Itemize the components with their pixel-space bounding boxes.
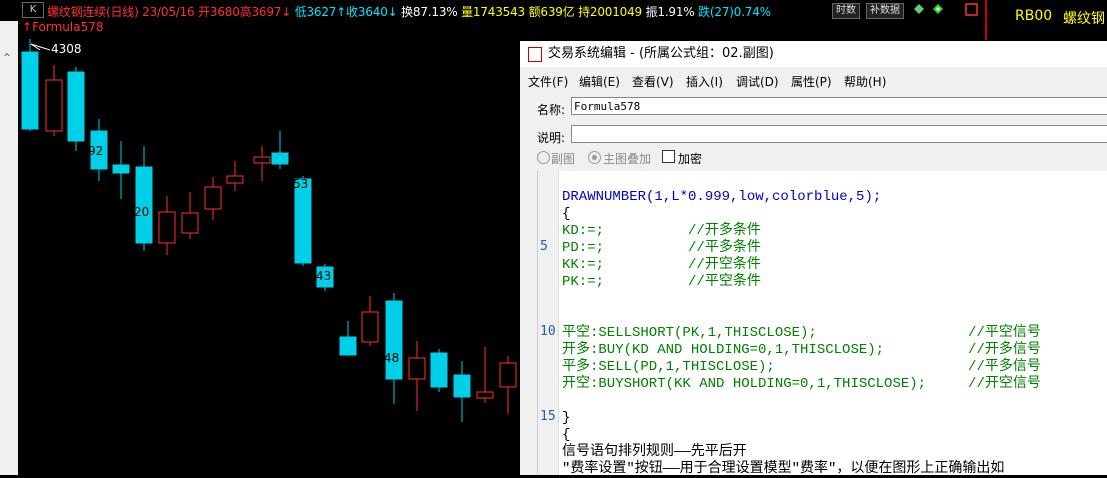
- name-row: 名称:: [520, 97, 1107, 117]
- left-toolbar-strip: ⌃: [0, 21, 19, 475]
- document-icon: [528, 47, 542, 62]
- kline-mode-button[interactable]: K: [22, 2, 44, 18]
- name-label: 名称:: [537, 103, 566, 117]
- candle-body: [253, 156, 271, 164]
- candles-svg: 4308 92 20 53 43 48: [21, 39, 517, 422]
- amplitude: 振1.91%: [645, 5, 695, 19]
- candle-body: [226, 175, 244, 184]
- candle-body: [430, 352, 448, 388]
- radio-main-overlay[interactable]: [588, 151, 601, 164]
- square-red-icon[interactable]: [965, 3, 978, 16]
- code-line: 开多:BUY(KD AND HOLDING=0,1,THISCLOSE); //…: [562, 342, 1041, 358]
- code-line: "费率设置"按钮——用于合理设置模型"费率"，以便在图形上正确输出如: [562, 461, 1005, 477]
- code-line: 信号语句排列规则——先平后开: [562, 444, 747, 460]
- desc-label: 说明:: [537, 131, 566, 145]
- high-price: 高3697↓: [239, 5, 292, 19]
- candle-body: [361, 311, 379, 343]
- line-number-gutter: 5 10 15: [538, 171, 559, 475]
- menu-debug[interactable]: 调试(D): [736, 73, 779, 90]
- symbol-name: 螺纹钢: [1063, 11, 1105, 27]
- candle-body: [339, 336, 357, 356]
- close-price: 收3640↓: [346, 5, 398, 19]
- description-input[interactable]: [571, 125, 1107, 143]
- candle-body: [499, 362, 517, 388]
- candle-body: [385, 300, 403, 380]
- code-line: 开空:BUYSHORT(KK AND HOLDING=0,1,THISCLOSE…: [562, 376, 1041, 392]
- change: 跌(27)0.74%: [698, 5, 771, 19]
- line-number: 15: [540, 409, 556, 424]
- toolbar-icons: [914, 3, 978, 16]
- turnover-rate: 换87.13%: [401, 5, 458, 19]
- candle-body: [158, 211, 176, 244]
- menu-view[interactable]: 查看(V): [632, 73, 674, 90]
- diamond-green-icon[interactable]: [933, 4, 943, 14]
- number-label-2: 20: [134, 205, 149, 219]
- candle-body: [21, 51, 39, 130]
- candle-body: [112, 164, 130, 174]
- symbol-panel: RB00 螺纹钢: [985, 0, 1107, 40]
- diamond-icon[interactable]: [914, 4, 924, 14]
- volume: 量1743543: [461, 5, 525, 19]
- number-label-4: 43: [316, 269, 331, 283]
- formula-editor-window: 交易系统编辑 - (所属公式组：02.副图) 文件(F) 编辑(E) 查看(V)…: [520, 41, 1107, 477]
- candle-body: [271, 152, 289, 165]
- code-line: 平多:SELL(PD,1,THISCLOSE); //平多信号: [562, 359, 1041, 375]
- period-button[interactable]: 时数: [832, 3, 860, 19]
- candle-body: [408, 357, 426, 380]
- number-label-5: 48: [384, 351, 399, 365]
- quote-info: 螺纹钢连续(日线) 23/05/16 开3680高3697↓ 低3627↑收36…: [47, 3, 771, 20]
- symbol-date: 螺纹钢连续(日线) 23/05/16: [47, 5, 195, 19]
- editor-menubar: 文件(F) 编辑(E) 查看(V) 插入(I) 调试(D) 属性(P) 帮助(H…: [520, 69, 1107, 91]
- candle-body: [204, 186, 222, 210]
- radio-main-overlay-label: 主图叠加: [603, 152, 652, 166]
- candle-body: [453, 374, 471, 398]
- radio-sub-chart[interactable]: [537, 151, 550, 164]
- max-pointer-line: [30, 43, 51, 51]
- menu-file[interactable]: 文件(F): [528, 73, 568, 90]
- code-line: {: [562, 427, 571, 443]
- amount: 额639亿: [528, 5, 575, 19]
- line-number: 5: [540, 239, 548, 254]
- supplement-data-button[interactable]: 补数据: [866, 3, 904, 19]
- menu-insert[interactable]: 插入(I): [686, 73, 723, 90]
- open-price: 开3680: [198, 5, 240, 19]
- code-line: }: [562, 410, 571, 426]
- kline-chart[interactable]: ↑Formula578 4308 92 20 53 43 48 ‹: [18, 20, 534, 475]
- code-line: PK:=; //平空条件: [562, 274, 761, 290]
- symbol-code: RB00: [1015, 8, 1053, 24]
- encrypt-checkbox[interactable]: [662, 150, 675, 163]
- menu-edit[interactable]: 编辑(E): [579, 73, 620, 90]
- candle-body: [45, 79, 63, 132]
- candle-body: [181, 212, 199, 234]
- encrypt-label: 加密: [678, 152, 703, 166]
- code-line: {: [562, 206, 571, 222]
- low-price: 低3627↑: [294, 5, 347, 19]
- chevron-up-icon[interactable]: ⌃: [2, 51, 12, 65]
- code-line: 平空:SELLSHORT(PK,1,THISCLOSE); //平空信号: [562, 325, 1041, 341]
- menu-help[interactable]: 帮助(H): [844, 73, 886, 90]
- code-line: DRAWNUMBER(1,L*0.999,low,colorblue,5);: [562, 189, 882, 205]
- radio-sub-chart-label: 副图: [551, 152, 576, 166]
- options-row: 副图 主图叠加 加密: [520, 149, 1107, 169]
- menu-properties[interactable]: 属性(P): [791, 73, 832, 90]
- candle-body: [67, 71, 85, 142]
- code-line: KK:=; //开空条件: [562, 257, 761, 273]
- number-label-3: 53: [293, 177, 308, 191]
- editor-titlebar: 交易系统编辑 - (所属公式组：02.副图): [520, 41, 1107, 67]
- code-editor[interactable]: 5 10 15 DRAWNUMBER(1,L*0.999,low,colorbl…: [537, 171, 1107, 477]
- number-label-1: 92: [88, 144, 103, 158]
- candle-body: [294, 178, 312, 264]
- max-price-label: 4308: [51, 42, 82, 56]
- code-line: PD:=; //平多条件: [562, 240, 761, 256]
- editor-title: 交易系统编辑 - (所属公式组：02.副图): [548, 46, 774, 61]
- desc-row: 说明:: [520, 125, 1107, 145]
- name-input[interactable]: [571, 97, 1107, 115]
- quote-bar: K 螺纹钢连续(日线) 23/05/16 开3680高3697↓ 低3627↑收…: [0, 0, 985, 21]
- candle-body: [476, 391, 494, 399]
- line-number: 10: [540, 324, 556, 339]
- open-interest: 持2001049: [578, 5, 642, 19]
- code-line: KD:=; //开多条件: [562, 223, 761, 239]
